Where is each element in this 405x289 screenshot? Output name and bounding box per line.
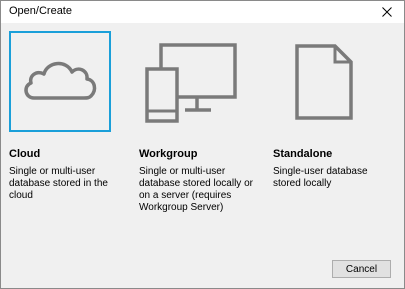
- option-standalone-tile[interactable]: [273, 31, 375, 132]
- option-cloud-description: Single or multi-user database stored in …: [9, 166, 108, 201]
- workgroup-icon: [145, 42, 237, 123]
- document-icon: [295, 43, 353, 120]
- option-standalone[interactable]: Standalone Single-user database stored l…: [273, 31, 397, 190]
- title-bar: Open/Create: [1, 1, 404, 23]
- window-title: Open/Create: [9, 5, 72, 17]
- cloud-icon: [24, 61, 97, 100]
- open-create-dialog: Open/Create Cloud Single or multi-user d…: [0, 0, 405, 289]
- option-workgroup-tile[interactable]: [139, 31, 241, 132]
- option-workgroup-name: Workgroup: [139, 148, 198, 160]
- option-standalone-description: Single-user database stored locally: [273, 166, 368, 189]
- cancel-button[interactable]: Cancel: [332, 260, 391, 278]
- option-cloud-name: Cloud: [9, 148, 41, 160]
- option-cloud-tile[interactable]: [9, 31, 111, 132]
- option-workgroup-description: Single or multi-user database stored loc…: [139, 166, 253, 213]
- option-standalone-name: Standalone: [273, 148, 333, 160]
- close-button[interactable]: [370, 1, 404, 23]
- option-cloud[interactable]: Cloud Single or multi-user database stor…: [9, 31, 133, 202]
- option-workgroup[interactable]: Workgroup Single or multi-user database …: [139, 31, 263, 214]
- close-icon: [382, 7, 392, 17]
